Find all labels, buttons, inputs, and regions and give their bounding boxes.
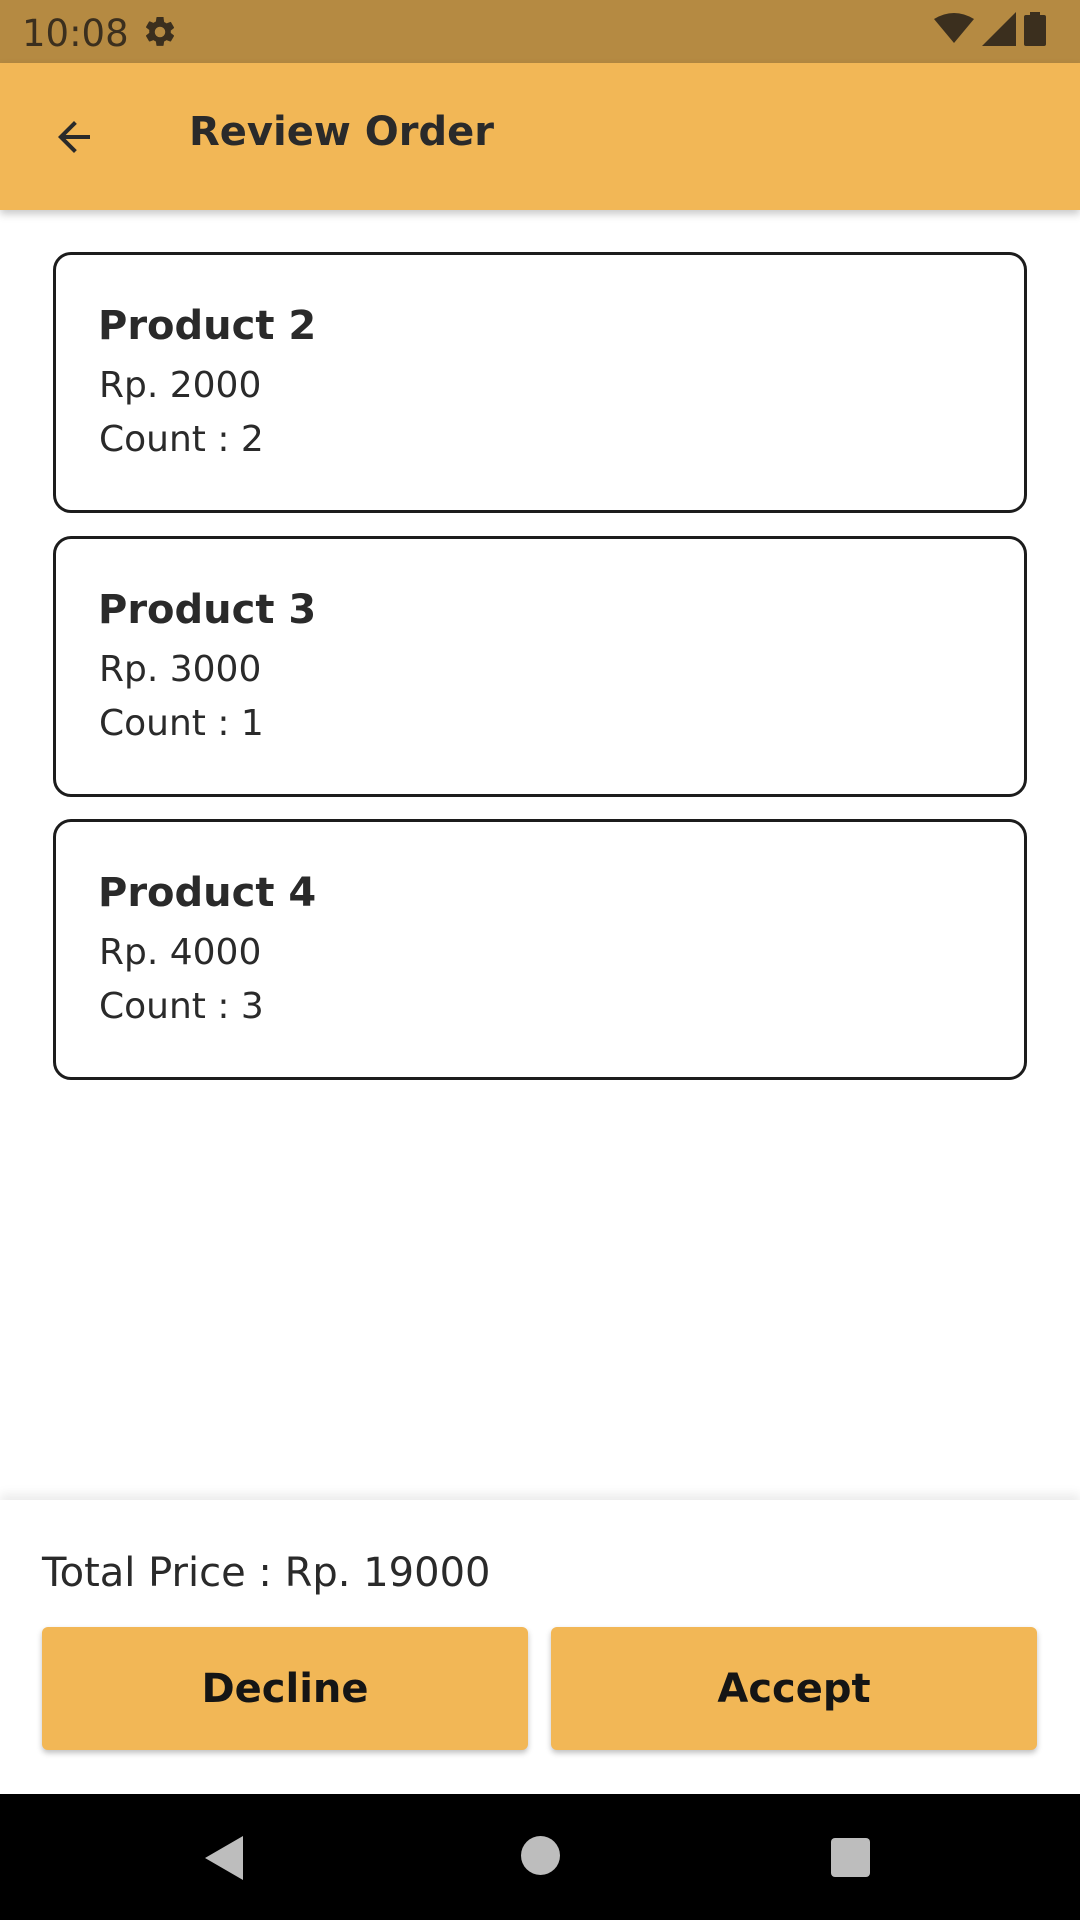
decline-button[interactable]: Decline <box>42 1627 528 1750</box>
page-title: Review Order <box>189 109 494 155</box>
product-name: Product 3 <box>98 587 317 633</box>
nav-back-icon[interactable] <box>205 1836 245 1884</box>
status-bar: 10:08 <box>0 0 1080 63</box>
product-count: Count : 3 <box>99 986 264 1027</box>
product-price: Rp. 4000 <box>99 932 262 973</box>
product-count: Count : 2 <box>99 419 264 460</box>
order-item-card[interactable]: Product 4 Rp. 4000 Count : 3 <box>53 819 1027 1080</box>
back-button[interactable] <box>36 101 112 177</box>
status-time: 10:08 <box>22 12 129 55</box>
product-price: Rp. 3000 <box>99 649 262 690</box>
accept-button[interactable]: Accept <box>551 1627 1037 1750</box>
gear-icon <box>142 14 178 50</box>
order-summary-panel: Total Price : Rp. 19000 Decline Accept <box>0 1500 1080 1794</box>
product-count: Count : 1 <box>99 703 264 744</box>
wifi-icon <box>934 13 974 49</box>
product-name: Product 2 <box>98 303 317 349</box>
system-nav-bar <box>0 1794 1080 1920</box>
app-bar: Review Order <box>0 63 1080 210</box>
status-icons <box>934 12 1046 50</box>
product-name: Product 4 <box>98 870 317 916</box>
nav-home-icon[interactable] <box>521 1836 560 1875</box>
total-price: Total Price : Rp. 19000 <box>42 1550 491 1596</box>
nav-recents-icon[interactable] <box>831 1838 870 1877</box>
signal-icon <box>982 12 1016 50</box>
order-item-card[interactable]: Product 2 Rp. 2000 Count : 2 <box>53 252 1027 513</box>
order-item-card[interactable]: Product 3 Rp. 3000 Count : 1 <box>53 536 1027 797</box>
product-price: Rp. 2000 <box>99 365 262 406</box>
arrow-back-icon <box>50 113 98 165</box>
battery-icon <box>1024 12 1046 50</box>
